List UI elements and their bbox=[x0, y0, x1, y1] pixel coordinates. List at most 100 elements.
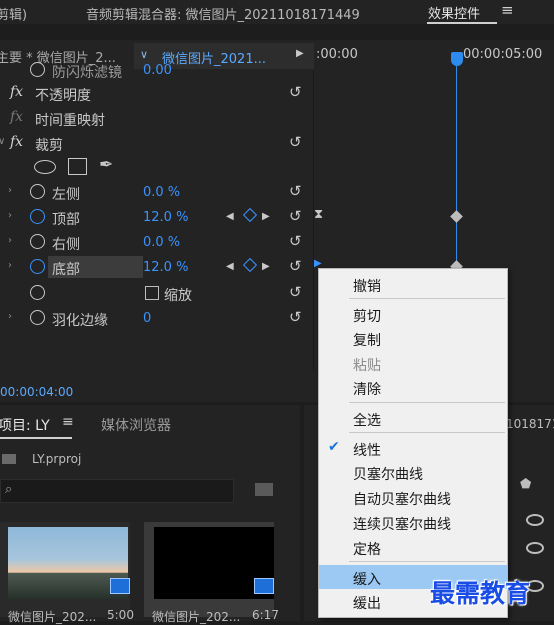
timeline-start-timecode: :00:00 bbox=[316, 47, 358, 62]
sequence-tab-partial[interactable]: 1018171 bbox=[506, 417, 554, 431]
menu-item-select-all[interactable]: 全选 bbox=[319, 406, 507, 430]
stopwatch-icon[interactable] bbox=[30, 62, 45, 77]
expand-icon[interactable]: › bbox=[8, 235, 12, 246]
search-input[interactable]: ⌕ bbox=[0, 479, 234, 503]
effect-row-time-remap[interactable]: fx 时间重映射 bbox=[0, 106, 313, 131]
timeline-playhead-timecode: 00:00:05:00 bbox=[463, 47, 543, 62]
stopwatch-icon[interactable] bbox=[30, 209, 45, 224]
menu-label: 连续贝塞尔曲线 bbox=[353, 517, 451, 533]
expand-icon[interactable]: › bbox=[8, 185, 12, 196]
property-row-top[interactable]: › 顶部 12.0 % ◀ ▶ ↺ bbox=[0, 205, 313, 230]
pen-mask-icon[interactable]: ✒ bbox=[99, 155, 113, 175]
property-row-zoom[interactable]: 缩放 ↺ bbox=[0, 281, 313, 306]
menu-item-cut[interactable]: 剪切 bbox=[319, 302, 507, 326]
next-keyframe-icon[interactable]: ▶ bbox=[262, 211, 270, 222]
fx-icon[interactable]: fx bbox=[10, 109, 23, 125]
mask-tools-row: ✒ bbox=[0, 155, 313, 180]
stopwatch-icon[interactable] bbox=[30, 234, 45, 249]
add-keyframe-icon[interactable] bbox=[242, 257, 258, 273]
property-row-bottom[interactable]: › 底部 12.0 % ◀ ▶ ↺ bbox=[0, 255, 313, 280]
property-label: 羽化边缘 bbox=[52, 313, 108, 329]
menu-separator bbox=[349, 298, 505, 299]
stopwatch-icon[interactable] bbox=[30, 285, 45, 300]
menu-item-linear[interactable]: ✔ 线性 bbox=[319, 436, 507, 460]
menu-item-clear[interactable]: 清除 bbox=[319, 375, 507, 399]
stopwatch-icon[interactable] bbox=[30, 259, 45, 274]
property-value[interactable]: 12.0 % bbox=[143, 210, 188, 225]
property-row-right[interactable]: › 右侧 0.0 % ↺ bbox=[0, 230, 313, 255]
menu-item-bezier[interactable]: 贝塞尔曲线 bbox=[319, 460, 507, 484]
menu-item-paste: 粘贴 bbox=[319, 351, 507, 375]
menu-item-copy[interactable]: 复制 bbox=[319, 326, 507, 350]
folder-icon bbox=[2, 454, 16, 464]
prev-keyframe-icon[interactable]: ◀ bbox=[226, 261, 234, 272]
item-duration: 6:17 bbox=[252, 608, 279, 622]
reset-icon[interactable]: ↺ bbox=[289, 232, 302, 250]
property-value[interactable]: 0.00 bbox=[143, 63, 172, 78]
next-keyframe-icon[interactable]: ▶ bbox=[262, 261, 270, 272]
hamburger-icon[interactable]: ≡ bbox=[62, 414, 74, 430]
reset-icon[interactable]: ↺ bbox=[289, 207, 302, 225]
tab-media-browser[interactable]: 媒体浏览器 bbox=[101, 415, 171, 435]
prev-keyframe-icon[interactable]: ◀ bbox=[226, 211, 234, 222]
menu-label: 定格 bbox=[353, 542, 381, 558]
expand-icon[interactable]: › bbox=[8, 260, 12, 271]
eye-icon[interactable] bbox=[526, 514, 544, 526]
property-value[interactable]: 0.0 % bbox=[143, 235, 180, 250]
menu-item-hold[interactable]: 定格 bbox=[319, 535, 507, 559]
effect-label: 不透明度 bbox=[35, 88, 91, 104]
property-label: 左侧 bbox=[52, 187, 80, 203]
effect-label: 时间重映射 bbox=[35, 113, 105, 129]
tab-project[interactable]: 项目: LY bbox=[0, 415, 50, 435]
tab-audio-clip-mixer[interactable]: 音频剪辑混合器: 微信图片_20211018171449 bbox=[86, 4, 360, 23]
property-value[interactable]: 0 bbox=[143, 311, 151, 326]
effect-row-opacity[interactable]: fx 不透明度 ↺ bbox=[0, 81, 313, 106]
add-keyframe-icon[interactable] bbox=[242, 207, 258, 223]
menu-separator bbox=[349, 432, 505, 433]
marker-icon[interactable]: ⬟ bbox=[520, 477, 531, 492]
effect-row-crop[interactable]: ∨ fx 裁剪 ↺ bbox=[0, 131, 313, 156]
reset-icon[interactable]: ↺ bbox=[289, 83, 302, 101]
current-timecode[interactable]: 00:00:04:00 bbox=[0, 385, 73, 399]
property-row-feather[interactable]: › 羽化边缘 0 ↺ bbox=[0, 306, 313, 331]
rectangle-mask-icon[interactable] bbox=[68, 158, 87, 175]
collapse-icon[interactable]: ∨ bbox=[0, 136, 5, 147]
tab-partial[interactable]: 剪辑) bbox=[0, 4, 27, 23]
menu-label: 缓出 bbox=[353, 596, 381, 612]
tab-effect-controls[interactable]: 效果控件 bbox=[428, 3, 480, 22]
menu-item-continuous-bezier[interactable]: 连续贝塞尔曲线 bbox=[319, 510, 507, 534]
menu-label: 贝塞尔曲线 bbox=[353, 467, 423, 483]
property-value[interactable]: 12.0 % bbox=[143, 260, 188, 275]
project-item[interactable]: 微信图片_202... 6:17 bbox=[144, 522, 279, 624]
menu-label: 缓入 bbox=[353, 572, 381, 588]
menu-item-auto-bezier[interactable]: 自动贝塞尔曲线 bbox=[319, 485, 507, 509]
property-row-left[interactable]: › 左侧 0.0 % ↺ bbox=[0, 180, 313, 205]
new-bin-icon[interactable] bbox=[255, 483, 273, 496]
fx-icon[interactable]: fx bbox=[10, 84, 23, 100]
playhead-handle[interactable] bbox=[451, 52, 463, 66]
reset-icon[interactable]: ↺ bbox=[289, 283, 302, 301]
menu-item-undo[interactable]: 撤销 bbox=[319, 272, 507, 296]
expand-icon[interactable]: › bbox=[8, 311, 12, 322]
checkbox-label: 缩放 bbox=[164, 288, 192, 304]
stopwatch-icon[interactable] bbox=[30, 184, 45, 199]
property-row-anti-flicker[interactable]: 防闪烁滤镜 0.00 bbox=[0, 58, 313, 83]
reset-icon[interactable]: ↺ bbox=[289, 257, 302, 275]
checkmark-icon: ✔ bbox=[328, 439, 340, 455]
zoom-checkbox[interactable] bbox=[145, 286, 159, 300]
expand-icon[interactable]: › bbox=[8, 210, 12, 221]
project-item[interactable]: 微信图片_202... 5:00 bbox=[0, 522, 134, 624]
active-tab-indicator bbox=[427, 22, 497, 24]
item-name: 微信图片_202... bbox=[8, 610, 97, 624]
menu-label: 撤销 bbox=[353, 279, 381, 295]
hamburger-icon[interactable]: ≡ bbox=[501, 1, 514, 19]
fx-icon[interactable]: fx bbox=[10, 134, 23, 150]
eye-icon[interactable] bbox=[526, 542, 544, 554]
stopwatch-icon[interactable] bbox=[30, 310, 45, 325]
reset-icon[interactable]: ↺ bbox=[289, 133, 302, 151]
property-value[interactable]: 0.0 % bbox=[143, 185, 180, 200]
ellipse-mask-icon[interactable] bbox=[34, 160, 56, 174]
reset-icon[interactable]: ↺ bbox=[289, 182, 302, 200]
property-label: 顶部 bbox=[52, 212, 80, 228]
reset-icon[interactable]: ↺ bbox=[289, 308, 302, 326]
